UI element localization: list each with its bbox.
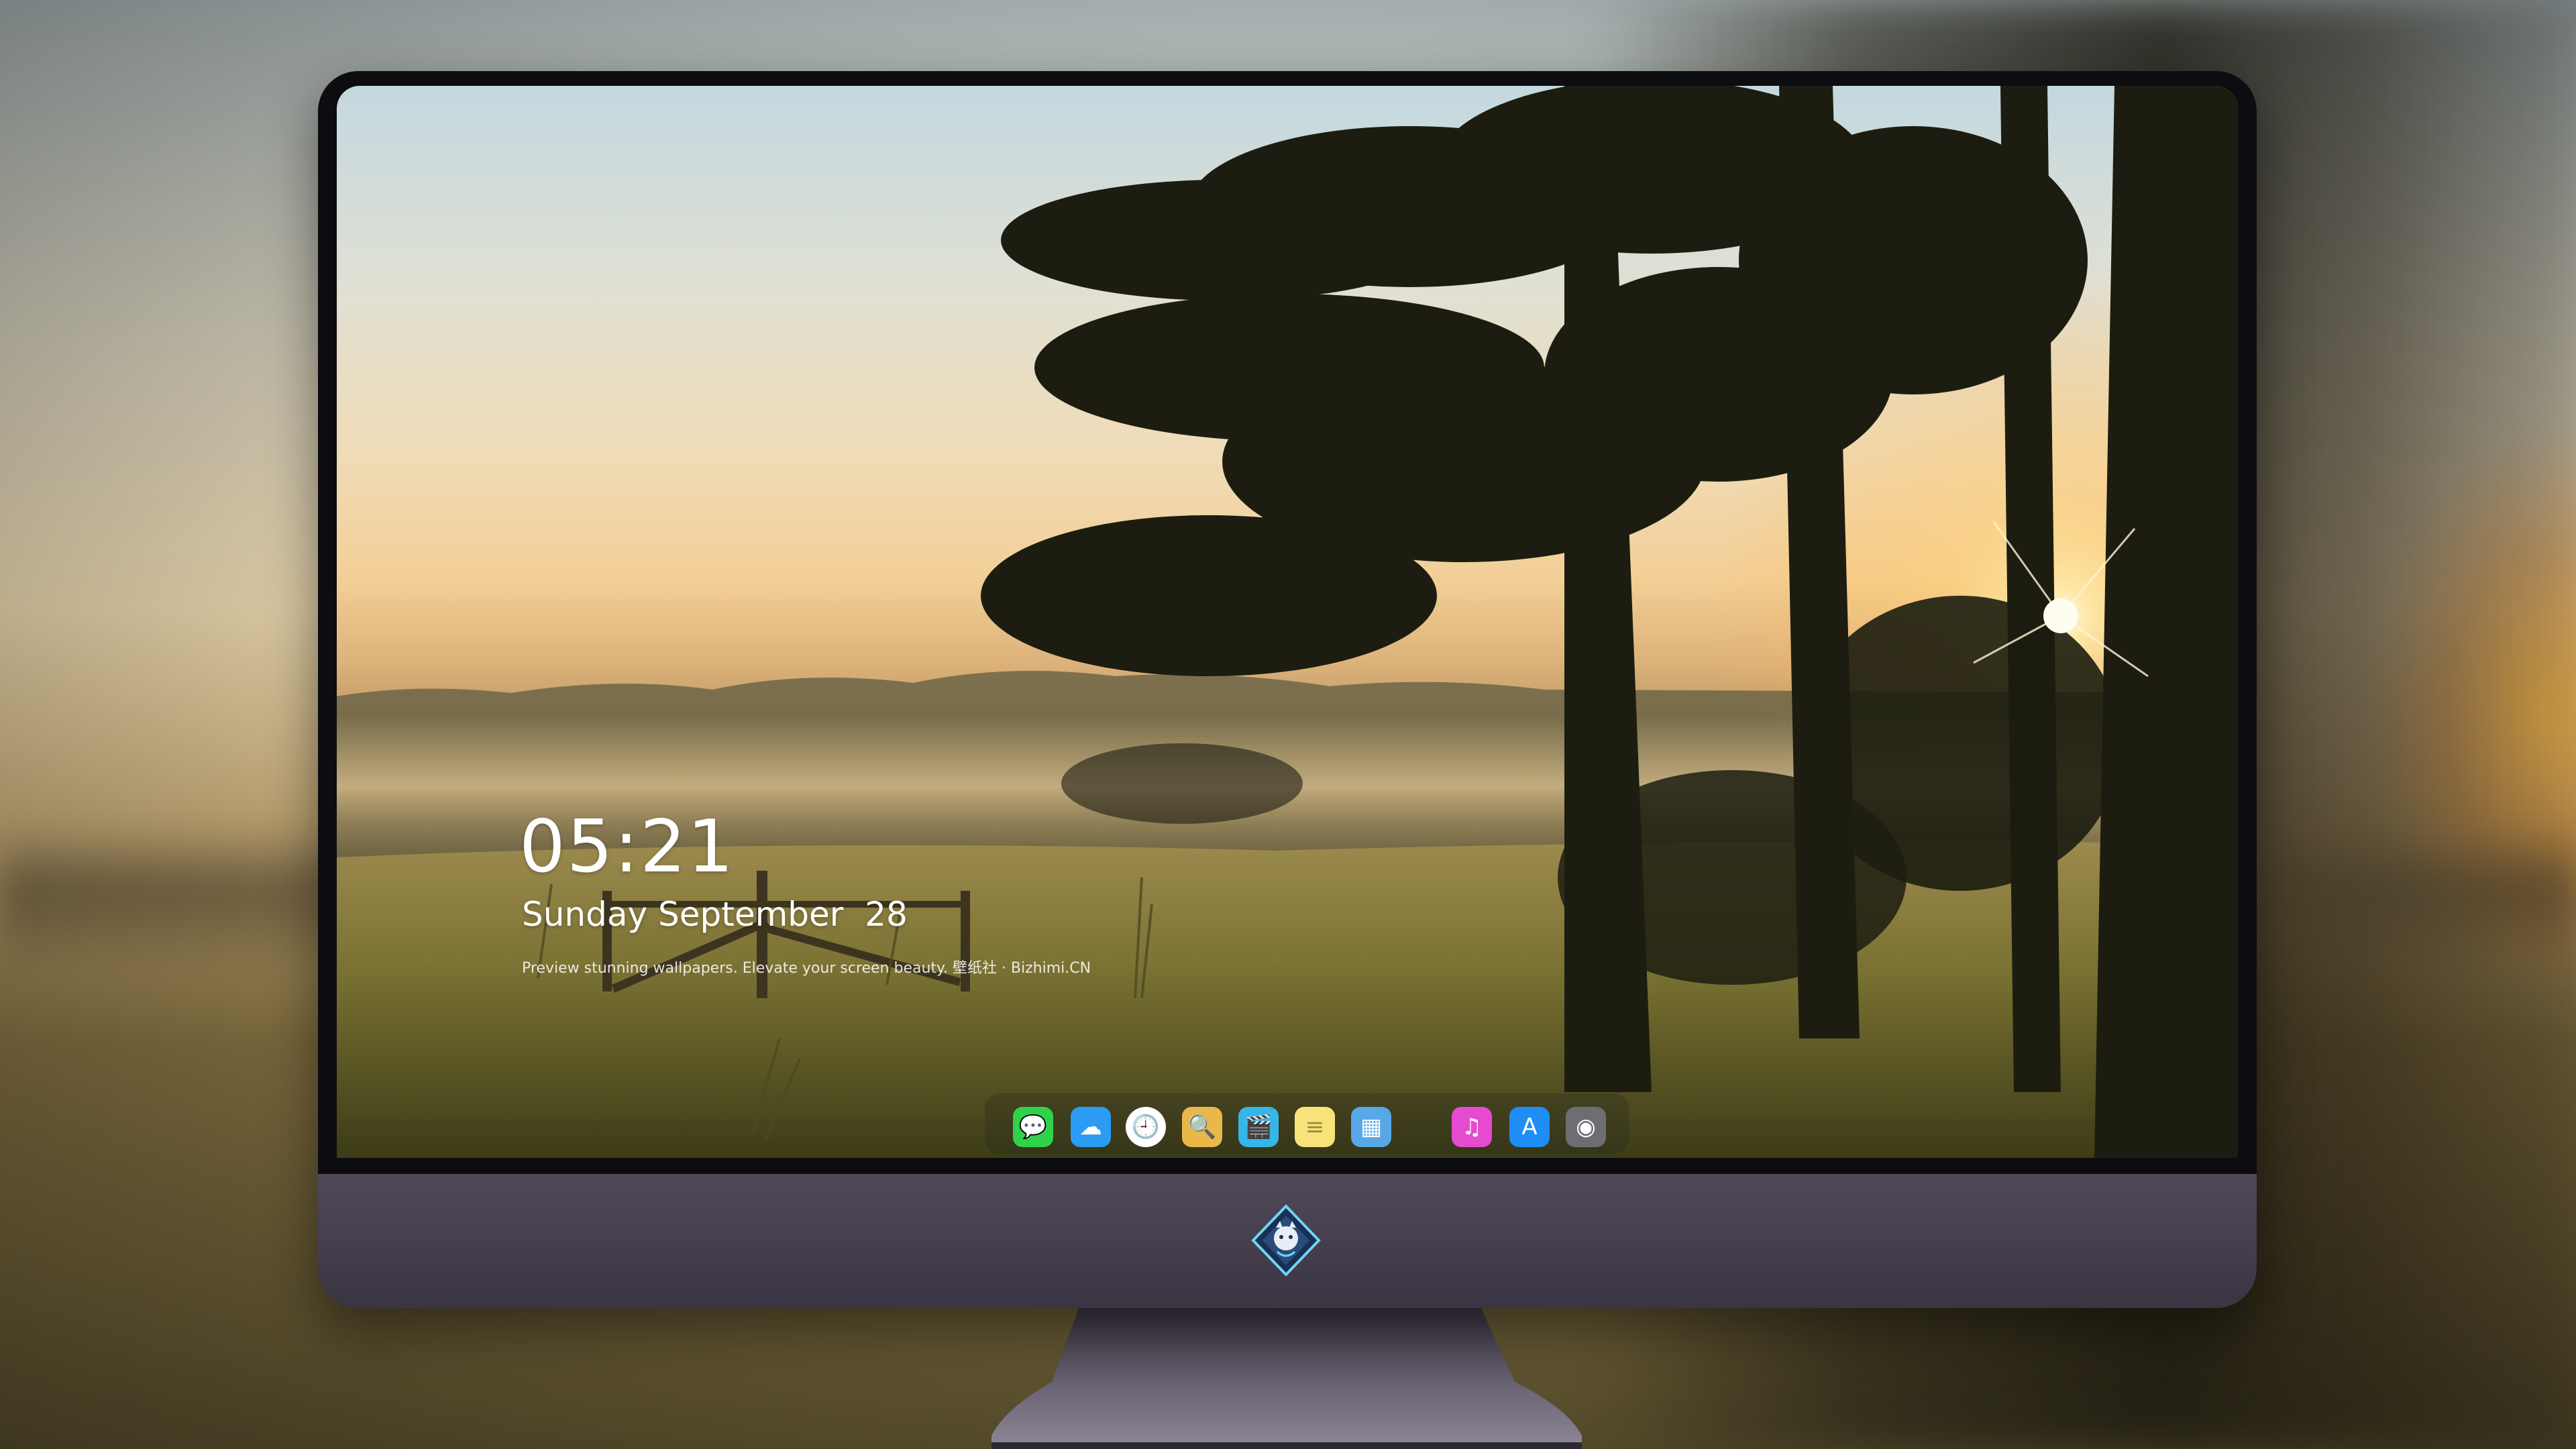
clips-icon[interactable]: 🎬 xyxy=(1238,1107,1279,1147)
camera-icon[interactable]: ◉ xyxy=(1566,1107,1606,1147)
wallpaper-landscape xyxy=(337,86,2238,1158)
desktop-screen: 05:21 Sunday September 28 Preview stunni… xyxy=(337,86,2238,1158)
clock-icon[interactable]: 🕘 xyxy=(1126,1107,1166,1147)
monitor: 05:21 Sunday September 28 Preview stunni… xyxy=(318,71,2257,1308)
music-icon[interactable]: ♫ xyxy=(1452,1107,1492,1147)
weather-icon[interactable]: ☁ xyxy=(1071,1107,1111,1147)
app-store-icon[interactable]: A xyxy=(1509,1107,1550,1147)
brand-logo-icon xyxy=(1251,1204,1321,1277)
photos-app-icon[interactable]: ▦ xyxy=(1351,1107,1391,1147)
lock-screen-clock: 05:21 xyxy=(519,805,735,889)
lock-screen-date: Sunday September 28 xyxy=(522,895,908,934)
wallpaper-tagline: Preview stunning wallpapers. Elevate you… xyxy=(522,960,1091,977)
messages-icon[interactable]: 💬 xyxy=(1013,1107,1053,1147)
preview-icon[interactable]: 🔍 xyxy=(1182,1107,1222,1147)
notes-icon[interactable]: ≡ xyxy=(1295,1107,1335,1147)
monitor-stand xyxy=(991,1308,1582,1449)
